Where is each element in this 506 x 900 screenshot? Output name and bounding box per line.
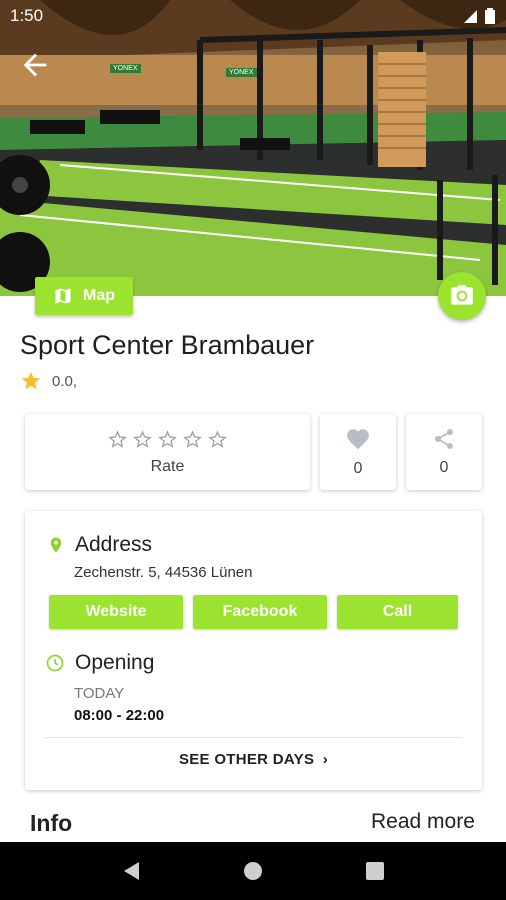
like-button[interactable]: 0 (320, 414, 396, 490)
map-icon (55, 288, 71, 304)
opening-heading: Opening (75, 651, 155, 674)
status-time: 1:50 (10, 6, 44, 25)
status-bar: 1:50 (0, 0, 506, 32)
rating-stars[interactable] (107, 429, 228, 450)
nav-recents-icon[interactable] (365, 861, 385, 881)
star-outline-icon[interactable] (132, 429, 153, 450)
details-card: Address Zechenstr. 5, 44536 Lünen Websit… (25, 511, 482, 790)
map-button[interactable]: Map (35, 277, 133, 315)
rate-card[interactable]: Rate (25, 414, 310, 490)
website-button[interactable]: Website (49, 595, 183, 629)
call-button[interactable]: Call (337, 595, 458, 629)
nav-home-icon[interactable] (243, 861, 263, 881)
signal-icon (464, 10, 477, 23)
share-button[interactable]: 0 (406, 414, 482, 490)
heart-icon (347, 429, 369, 450)
sign-yonex-right: YONEX (226, 68, 257, 77)
share-count: 0 (439, 459, 449, 476)
like-count: 0 (353, 460, 363, 477)
arrow-back-icon (23, 53, 47, 77)
info-heading: Info (30, 810, 73, 836)
map-button-label: Map (83, 287, 115, 304)
rating-value: 0.0, (52, 372, 78, 390)
today-label: TODAY (74, 685, 125, 702)
address-heading: Address (75, 533, 153, 556)
sign-yonex-left: YONEX (110, 64, 141, 73)
share-icon (435, 429, 453, 449)
opening-hours: 08:00 - 22:00 (74, 707, 165, 724)
see-other-days-button[interactable]: SEE OTHER DAYS › (25, 751, 482, 768)
battery-icon (485, 8, 495, 24)
system-navigation-bar (0, 842, 506, 900)
clock-icon (46, 654, 64, 672)
see-other-days-label: SEE OTHER DAYS (178, 751, 315, 768)
star-outline-icon[interactable] (107, 429, 128, 450)
chevron-right-icon: › (322, 751, 329, 768)
contact-buttons: Website Facebook Call (49, 595, 458, 629)
rate-label: Rate (150, 457, 185, 475)
divider (45, 737, 462, 738)
rating-summary: 0.0, (20, 370, 77, 392)
opening-heading-row: Opening (45, 651, 154, 675)
camera-icon (451, 285, 473, 305)
read-more-link[interactable]: Read more (371, 810, 475, 834)
facebook-button[interactable]: Facebook (193, 595, 327, 629)
star-outline-icon[interactable] (157, 429, 178, 450)
nav-back-icon[interactable] (121, 860, 141, 882)
star-filled-icon (21, 371, 41, 390)
star-outline-icon[interactable] (182, 429, 203, 450)
add-photo-button[interactable] (438, 272, 486, 320)
address-heading-row: Address (47, 533, 152, 557)
star-outline-icon[interactable] (207, 429, 228, 450)
gym-photo[interactable]: YONEX YONEX (0, 0, 506, 296)
place-title: Sport Center Brambauer (20, 330, 315, 360)
location-pin-icon (50, 537, 62, 553)
address-text[interactable]: Zechenstr. 5, 44536 Lünen (74, 564, 252, 581)
back-button[interactable] (18, 48, 52, 82)
gym-photo-illustration (0, 0, 506, 296)
